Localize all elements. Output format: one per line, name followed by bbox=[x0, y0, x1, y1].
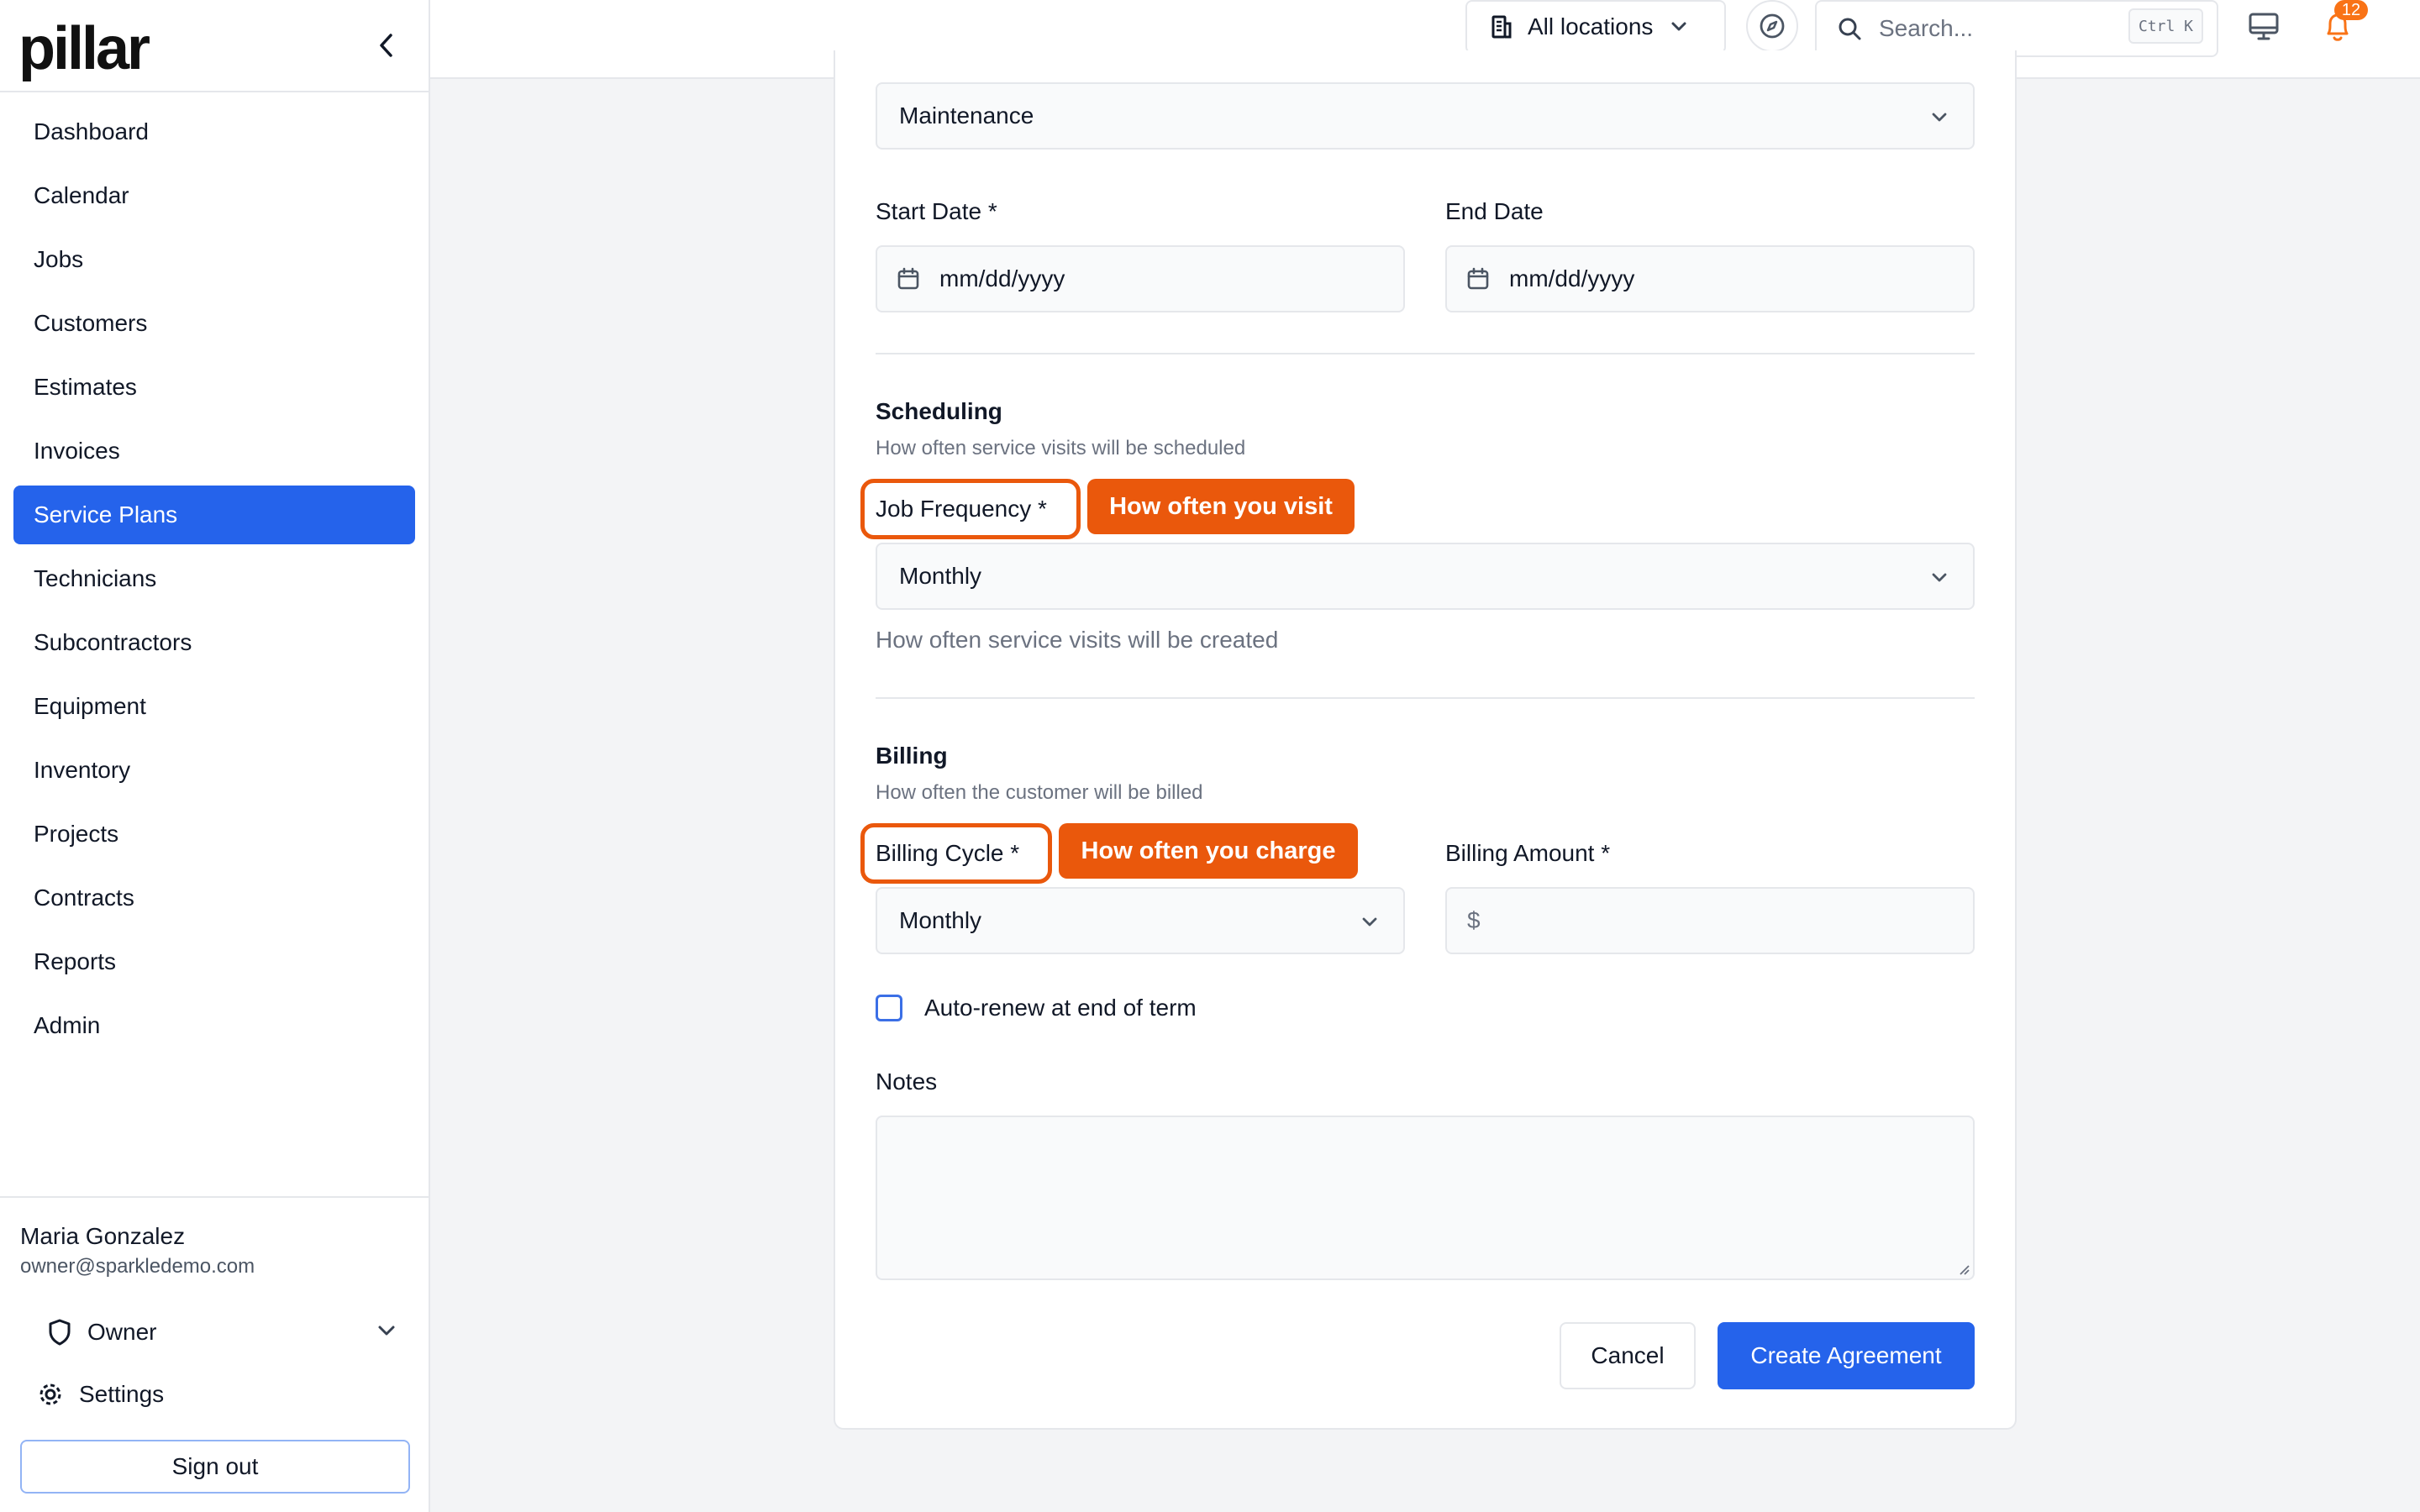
sidebar-header: pillar bbox=[0, 0, 429, 92]
billing-amount-input[interactable]: $ bbox=[1445, 887, 1975, 954]
job-frequency-callout: How often you visit bbox=[1087, 479, 1355, 534]
sidebar-item-label: Dashboard bbox=[34, 118, 149, 144]
cancel-button[interactable]: Cancel bbox=[1560, 1322, 1696, 1389]
sidebar-item-label: Admin bbox=[34, 1012, 101, 1038]
chevron-down-icon bbox=[378, 1326, 395, 1336]
billing-title: Billing bbox=[876, 743, 948, 769]
sidebar-item-label: Service Plans bbox=[34, 501, 178, 528]
settings-link[interactable]: Settings bbox=[37, 1381, 164, 1408]
sidebar-item-service-plans[interactable]: Service Plans bbox=[13, 486, 415, 544]
calendar-icon bbox=[897, 267, 919, 290]
agreement-form-card: Maintenance Start Date * mm/dd/yyyy End … bbox=[834, 50, 2017, 1430]
calendar-icon bbox=[1467, 267, 1489, 290]
sidebar-item-label: Projects bbox=[34, 821, 119, 847]
resize-handle-icon[interactable] bbox=[1956, 1262, 1970, 1275]
shield-icon bbox=[49, 1319, 71, 1346]
sidebar-item-label: Reports bbox=[34, 948, 117, 974]
notification-badge: 12 bbox=[2334, 0, 2368, 20]
job-frequency-label: Job Frequency * bbox=[876, 496, 1047, 522]
end-date-placeholder: mm/dd/yyyy bbox=[1509, 265, 1635, 291]
search-shortcut-hint: Ctrl K bbox=[2128, 8, 2203, 44]
role-label: Owner bbox=[87, 1319, 157, 1345]
chevron-down-icon bbox=[1932, 573, 1947, 582]
explore-button[interactable] bbox=[1746, 0, 1798, 52]
sidebar-item-calendar[interactable]: Calendar bbox=[13, 166, 415, 225]
currency-symbol: $ bbox=[1467, 907, 1481, 933]
sidebar-item-admin[interactable]: Admin bbox=[13, 996, 415, 1055]
compass-icon bbox=[1760, 13, 1785, 39]
sidebar-item-equipment[interactable]: Equipment bbox=[13, 677, 415, 736]
sidebar-item-label: Subcontractors bbox=[34, 629, 192, 655]
sidebar-item-label: Contracts bbox=[34, 885, 134, 911]
create-agreement-button[interactable]: Create Agreement bbox=[1718, 1322, 1975, 1389]
sidebar-item-technicians[interactable]: Technicians bbox=[13, 549, 415, 608]
job-frequency-value: Monthly bbox=[899, 563, 982, 589]
start-date-label: Start Date * bbox=[876, 198, 997, 224]
user-email: owner@sparkledemo.com bbox=[20, 1255, 255, 1278]
scheduling-subtitle: How often service visits will be schedul… bbox=[876, 437, 1246, 459]
monitor-icon bbox=[2249, 13, 2279, 40]
plan-type-select[interactable]: Maintenance bbox=[876, 82, 1975, 150]
billing-cycle-label: Billing Cycle * bbox=[876, 840, 1020, 866]
start-date-placeholder: mm/dd/yyyy bbox=[939, 265, 1065, 291]
end-date-label: End Date bbox=[1445, 198, 1544, 224]
billing-subtitle: How often the customer will be billed bbox=[876, 781, 1203, 804]
sidebar-item-customers[interactable]: Customers bbox=[13, 294, 415, 353]
auto-renew-label: Auto-renew at end of term bbox=[924, 995, 1197, 1021]
chevron-down-icon bbox=[1362, 917, 1377, 927]
location-label: All locations bbox=[1528, 13, 1654, 39]
search-box: Ctrl K bbox=[1815, 0, 2218, 57]
sidebar-item-estimates[interactable]: Estimates bbox=[13, 358, 415, 417]
sidebar-item-label: Calendar bbox=[34, 182, 129, 208]
plan-type-value: Maintenance bbox=[899, 102, 1034, 129]
search-icon bbox=[1839, 18, 1861, 40]
user-block: Maria Gonzalez owner@sparkledemo.com Own… bbox=[0, 1196, 429, 1494]
gear-icon bbox=[39, 1383, 61, 1405]
sidebar: pillar Dashboard Calendar Jobs Customers Est… bbox=[0, 0, 430, 1512]
sidebar-item-jobs[interactable]: Jobs bbox=[13, 230, 415, 289]
billing-amount-label: Billing Amount * bbox=[1445, 840, 1611, 866]
billing-cycle-value: Monthly bbox=[899, 907, 982, 933]
billing-cycle-callout: How often you charge bbox=[1059, 823, 1358, 879]
sidebar-item-reports[interactable]: Reports bbox=[13, 932, 415, 991]
sidebar-item-inventory[interactable]: Inventory bbox=[13, 741, 415, 800]
role-selector[interactable]: Owner bbox=[20, 1307, 398, 1357]
settings-label: Settings bbox=[79, 1381, 165, 1407]
billing-cycle-select[interactable]: Monthly bbox=[876, 887, 1405, 954]
user-name: Maria Gonzalez bbox=[20, 1223, 186, 1249]
scheduling-title: Scheduling bbox=[876, 398, 1002, 424]
section-divider bbox=[876, 353, 1975, 354]
collapse-sidebar-button[interactable] bbox=[370, 29, 403, 62]
sidebar-item-label: Equipment bbox=[34, 693, 146, 719]
sign-out-button[interactable]: Sign out bbox=[20, 1440, 410, 1494]
display-button[interactable] bbox=[2244, 7, 2284, 47]
start-date-input[interactable]: mm/dd/yyyy bbox=[876, 245, 1405, 312]
search-input[interactable] bbox=[1879, 15, 2114, 42]
sidebar-item-label: Customers bbox=[34, 310, 148, 336]
job-frequency-select[interactable]: Monthly bbox=[876, 543, 1975, 610]
building-icon bbox=[1491, 15, 1512, 39]
end-date-input[interactable]: mm/dd/yyyy bbox=[1445, 245, 1975, 312]
sidebar-item-subcontractors[interactable]: Subcontractors bbox=[13, 613, 415, 672]
sidebar-item-label: Jobs bbox=[34, 246, 84, 272]
chevron-left-icon bbox=[380, 34, 392, 57]
sidebar-item-label: Invoices bbox=[34, 438, 120, 464]
sidebar-nav: Dashboard Calendar Jobs Customers Estimates I… bbox=[0, 92, 429, 1055]
notes-textarea[interactable] bbox=[876, 1116, 1975, 1280]
sidebar-item-dashboard[interactable]: Dashboard bbox=[13, 102, 415, 161]
sidebar-item-label: Estimates bbox=[34, 374, 137, 400]
logo: pillar bbox=[18, 15, 150, 82]
section-divider bbox=[876, 697, 1975, 699]
sidebar-item-contracts[interactable]: Contracts bbox=[13, 869, 415, 927]
chevron-down-icon bbox=[1932, 113, 1947, 122]
sidebar-item-invoices[interactable]: Invoices bbox=[13, 422, 415, 480]
notes-label: Notes bbox=[876, 1068, 938, 1095]
sidebar-item-label: Technicians bbox=[34, 565, 157, 591]
job-frequency-helper: How often service visits will be created bbox=[876, 627, 1279, 653]
location-selector[interactable]: All locations bbox=[1465, 0, 1726, 54]
sidebar-item-label: Inventory bbox=[34, 757, 131, 783]
sidebar-item-projects[interactable]: Projects bbox=[13, 805, 415, 864]
auto-renew-checkbox[interactable] bbox=[876, 995, 902, 1021]
chevron-down-icon bbox=[1671, 22, 1686, 31]
